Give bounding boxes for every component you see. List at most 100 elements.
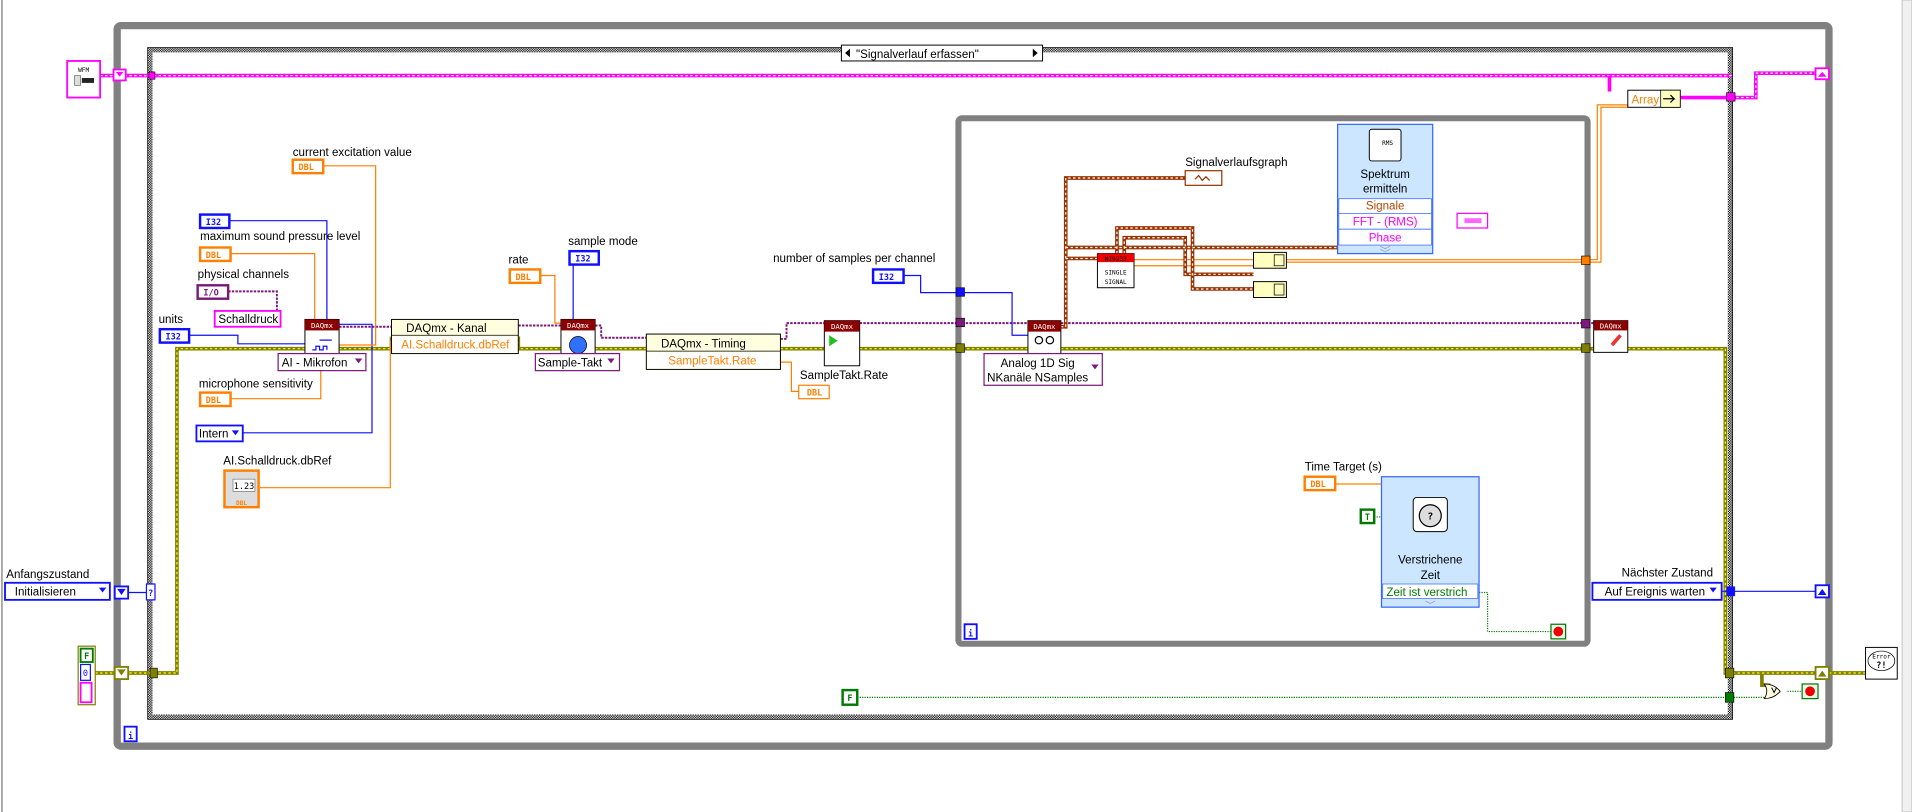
zeit-ist-verstrichen-output[interactable]: Zeit ist verstrich	[1386, 587, 1467, 599]
label-max-spl: maximum sound pressure level	[200, 231, 360, 243]
tunnel-error-in	[149, 667, 158, 679]
naechster-zustand-enum[interactable]: Auf Ereignis warten	[1591, 581, 1723, 601]
fft-rms-indicator[interactable]	[1456, 212, 1489, 229]
label-naechster-zustand: Nächster Zustand	[1622, 568, 1713, 580]
svg-text:1.23: 1.23	[234, 482, 255, 492]
svg-text:NI9233: NI9233	[1105, 256, 1127, 263]
svg-text:i: i	[128, 731, 133, 742]
svg-text:DBL: DBL	[515, 273, 530, 283]
signalverlaufsgraph-indicator[interactable]	[1184, 170, 1223, 186]
svg-text:Error: Error	[1872, 653, 1891, 660]
svg-text:RMS: RMS	[1382, 140, 1393, 147]
label-time-target: Time Target (s)	[1305, 462, 1382, 474]
svg-text:Verstrichene: Verstrichene	[1398, 554, 1462, 566]
sample-mode-control[interactable]: I32	[568, 249, 600, 266]
svg-text:I32: I32	[575, 255, 590, 265]
svg-text:DAQmx: DAQmx	[831, 322, 854, 331]
tunnel-wfm-out	[1726, 92, 1736, 102]
daqmx-start-task-node[interactable]: DAQmx	[823, 320, 861, 367]
shift-register-wfm-left[interactable]	[112, 68, 127, 82]
iteration-terminal-inner: i	[963, 623, 978, 640]
ai-dbref-control[interactable]: 1.23 DBL	[223, 469, 260, 509]
max-spl-control[interactable]: DBL	[198, 246, 232, 263]
ni9233-single-signal-node[interactable]: NI9233 SINGLE SIGNAL	[1096, 253, 1135, 289]
property-sampletakt-rate[interactable]: SampleTakt.Rate	[668, 356, 756, 368]
units-control[interactable]: I32	[158, 327, 191, 344]
i32-control[interactable]: I32	[198, 213, 231, 230]
samples-per-channel-control[interactable]: I32	[871, 268, 905, 285]
file-icon	[74, 75, 81, 86]
build-array-node-2[interactable]	[1253, 281, 1287, 298]
daqmx-kanal-property-node[interactable]: DAQmx - Kanal AI.Schalldruck.dbRef	[391, 318, 519, 355]
waveform-constant[interactable]: WFM	[66, 60, 102, 99]
label-current-excitation: current excitation value	[293, 147, 412, 159]
schalldruck-string-constant[interactable]: Schalldruck	[213, 309, 282, 328]
svg-text:I32: I32	[879, 273, 894, 283]
array-bundle-node[interactable]: Array	[1627, 89, 1681, 108]
ai-mikrofon-ring[interactable]: AI - Mikrofon	[277, 352, 367, 372]
false-constant[interactable]: F	[841, 688, 859, 706]
shift-register-error-right[interactable]	[1814, 665, 1830, 681]
label-sample-mode: sample mode	[568, 236, 638, 248]
shift-register-state-left[interactable]	[113, 585, 130, 600]
spektrum-input-signale[interactable]: Signale	[1366, 201, 1405, 213]
property-ai-dbref[interactable]: AI.Schalldruck.dbRef	[401, 340, 510, 352]
tunnel-state-out	[1726, 586, 1736, 597]
label-units: units	[159, 314, 184, 326]
wires	[95, 71, 1866, 699]
iteration-terminal-outer: i	[123, 725, 138, 743]
tunnel-samples-in	[955, 287, 965, 297]
error-cluster-constant[interactable]: F 0	[77, 645, 96, 706]
svg-text:Array: Array	[1631, 95, 1659, 107]
svg-text:I32: I32	[206, 218, 221, 228]
build-array-node-1[interactable]	[1253, 251, 1287, 269]
svg-text:I32: I32	[166, 333, 181, 343]
svg-text:DAQmx: DAQmx	[1033, 322, 1056, 331]
block-diagram: "Signalverlauf erfassen" ? i i WFM curre…	[1, 0, 1912, 812]
inner-loop-stop-terminal[interactable]	[1550, 623, 1567, 640]
or-function[interactable]	[1763, 683, 1781, 700]
svg-text:DBL: DBL	[807, 389, 822, 399]
shift-register-state-right[interactable]	[1814, 584, 1830, 599]
anfangszustand-enum[interactable]: Initialisieren	[4, 581, 111, 601]
shift-register-error-left[interactable]	[113, 665, 130, 681]
daqmx-clear-task-node[interactable]: DAQmx	[1593, 320, 1629, 353]
sampletakt-rate-indicator[interactable]: DBL	[798, 384, 830, 400]
case-selector-terminal[interactable]: ?	[145, 583, 156, 601]
time-target-control[interactable]: DBL	[1303, 475, 1337, 492]
sample-takt-ring[interactable]: Sample-Takt	[534, 352, 621, 372]
svg-text:Intern: Intern	[199, 429, 229, 441]
vertical-scrollbar[interactable]	[1901, 0, 1912, 812]
current-excitation-control[interactable]: DBL	[291, 158, 325, 175]
daqmx-timing-property-node[interactable]: DAQmx - Timing SampleTakt.Rate	[645, 333, 781, 370]
svg-text:Schalldruck: Schalldruck	[218, 314, 278, 326]
svg-text:?: ?	[148, 589, 153, 599]
tunnel-bool-out	[1725, 692, 1735, 703]
rate-control[interactable]: DBL	[508, 268, 542, 285]
svg-text:NKanäle NSamples: NKanäle NSamples	[987, 373, 1088, 385]
mic-sensitivity-control[interactable]: DBL	[198, 391, 232, 408]
tunnel-error-inner-in	[955, 343, 965, 353]
error-handler-node[interactable]: Error ?!	[1865, 646, 1898, 680]
label-rate: rate	[509, 254, 529, 266]
clock-icon	[569, 336, 587, 354]
svg-text:?: ?	[1427, 511, 1433, 522]
svg-text:DAQmx: DAQmx	[311, 321, 334, 330]
true-constant[interactable]: T	[1359, 508, 1376, 525]
svg-text:Zeit: Zeit	[1421, 570, 1441, 582]
outer-loop-stop-terminal[interactable]	[1801, 683, 1819, 700]
spektrum-ermitteln-express-vi[interactable]: RMS Spektrum ermitteln Signale FFT - (RM…	[1337, 123, 1434, 255]
svg-text:DBL: DBL	[1310, 480, 1325, 490]
svg-text:DAQmx - Kanal: DAQmx - Kanal	[406, 323, 486, 335]
shift-register-wfm-right[interactable]	[1814, 67, 1830, 81]
case-selector[interactable]: "Signalverlauf erfassen"	[840, 44, 1044, 62]
verstrichene-zeit-express-vi[interactable]: ? Verstrichene Zeit Zeit ist verstrich	[1380, 476, 1480, 608]
excitation-source-enum[interactable]: Intern	[195, 424, 244, 443]
spektrum-output-phase[interactable]: Phase	[1369, 232, 1402, 244]
spektrum-output-fft[interactable]: FFT - (RMS)	[1353, 217, 1418, 229]
svg-text:ermitteln: ermitteln	[1363, 184, 1407, 196]
svg-text:T: T	[1365, 513, 1370, 523]
read-mode-ring[interactable]: Analog 1D Sig NKanäle NSamples	[983, 352, 1103, 386]
tunnel-wfm-in	[148, 71, 156, 80]
physical-channels-control[interactable]: I/O	[196, 284, 230, 300]
